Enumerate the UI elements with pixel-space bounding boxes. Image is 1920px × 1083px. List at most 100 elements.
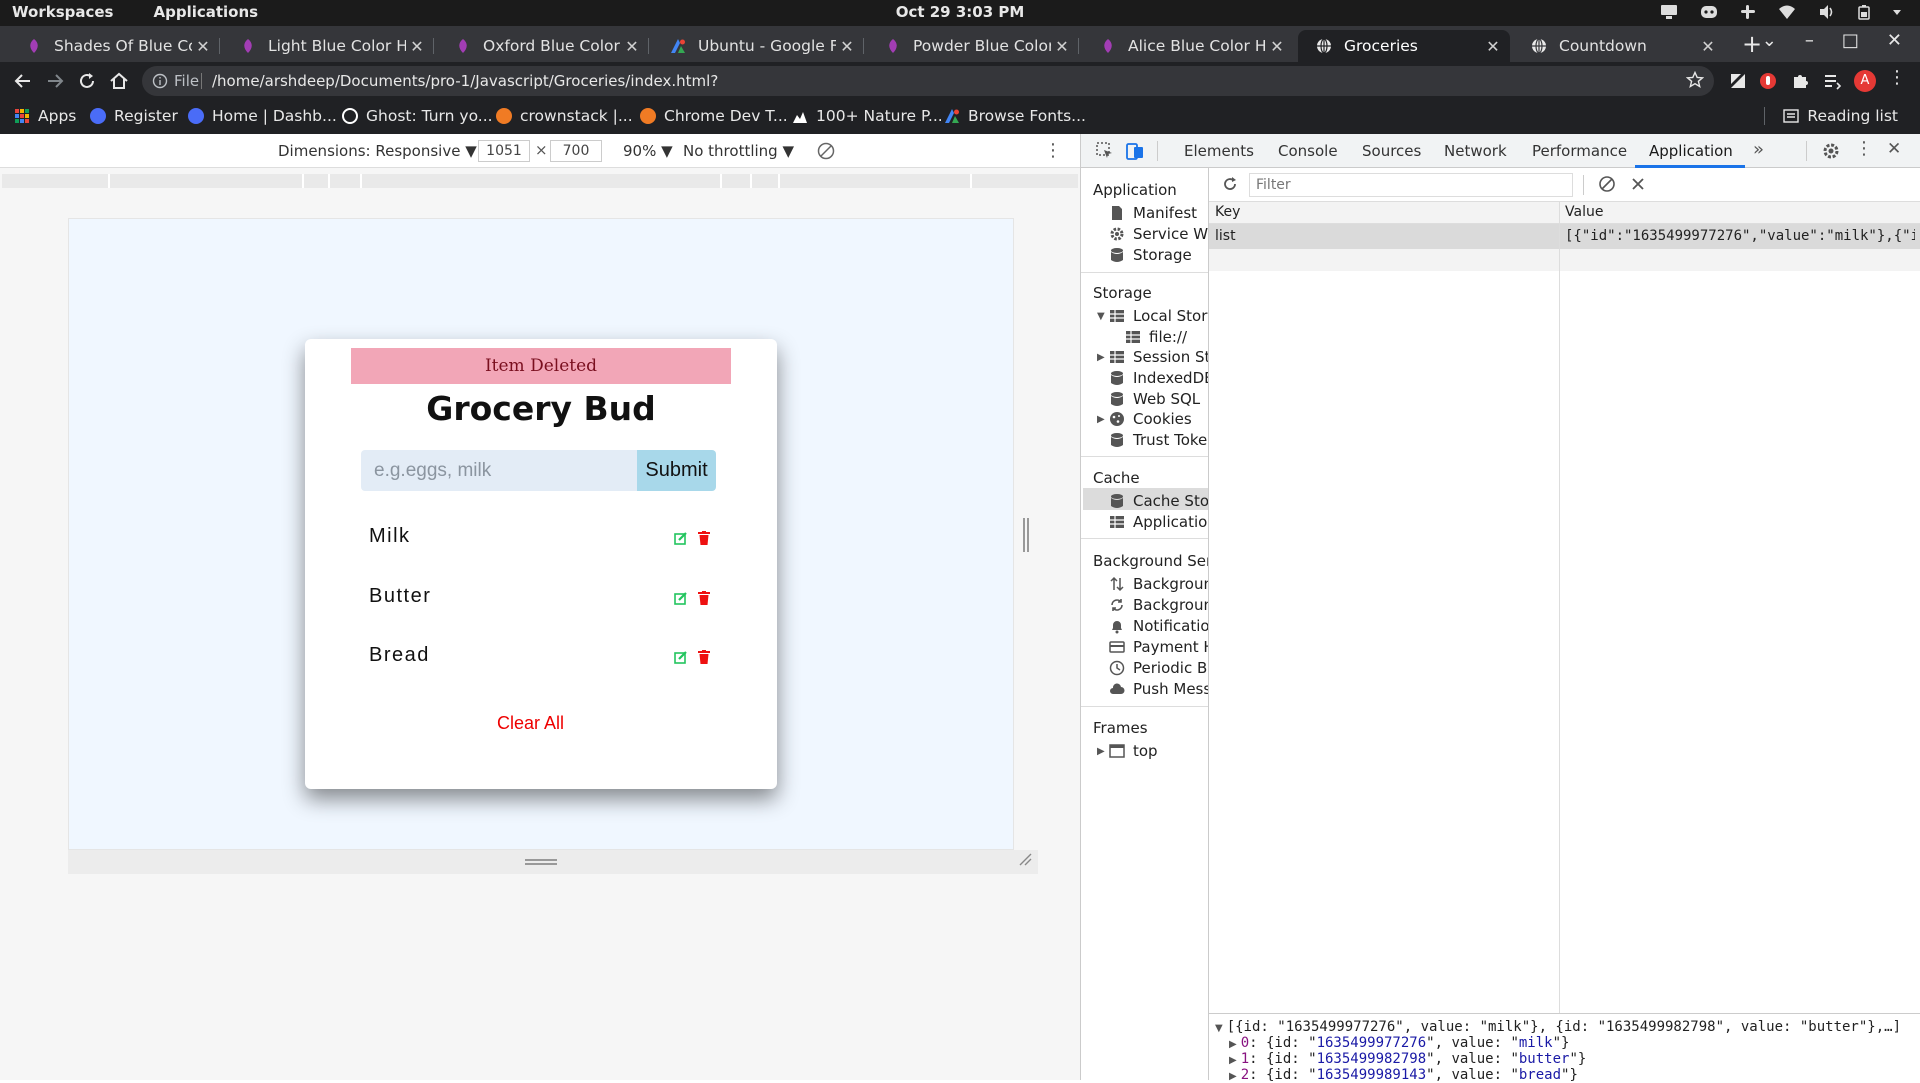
sidebar-item-cache-storage[interactable]: Cache Storage — [1109, 492, 1208, 510]
minimize-icon[interactable]: – — [1805, 30, 1814, 51]
table-row[interactable]: list [{"id":"1635499977276","value":"mil… — [1209, 224, 1920, 249]
resize-handle-vertical-icon[interactable] — [1022, 518, 1030, 552]
browser-tab-active[interactable]: Groceries ✕ — [1298, 30, 1510, 62]
bookmark-browse-fonts[interactable]: Browse Fonts... — [944, 107, 1086, 125]
url-text[interactable]: /home/arshdeep/Documents/pro-1/Javascrip… — [212, 72, 718, 90]
edit-icon[interactable] — [674, 591, 688, 605]
throttling-dropdown[interactable]: No throttling ▼ — [683, 142, 794, 160]
sidebar-item-service-workers[interactable]: Service Workers — [1109, 225, 1208, 243]
reload-icon[interactable] — [76, 70, 98, 92]
close-tab-icon[interactable]: ✕ — [1697, 37, 1719, 56]
bookmark-ghost[interactable]: Ghost: Turn yo... — [342, 107, 493, 125]
info-icon[interactable] — [152, 73, 168, 89]
resize-corner-icon[interactable] — [1018, 852, 1032, 866]
close-tab-icon[interactable]: ✕ — [406, 37, 428, 56]
battery-icon[interactable] — [1858, 4, 1870, 20]
browser-tab[interactable]: Light Blue Color HEX ✕ — [222, 30, 434, 62]
discord-icon[interactable] — [1700, 4, 1718, 20]
refresh-icon[interactable] — [1221, 175, 1239, 193]
expand-arrow-icon[interactable]: ▼ — [1097, 311, 1105, 322]
browser-menu-icon[interactable]: ⋮ — [1888, 67, 1908, 88]
maximize-icon[interactable]: □ — [1842, 30, 1859, 51]
sidebar-item-session-storage[interactable]: Session Storage — [1109, 348, 1208, 366]
tab-search-icon[interactable]: ⌄ — [1762, 30, 1777, 51]
preview-entry[interactable]: ▶ 2: {id: "1635499989143", value: "bread"… — [1229, 1067, 1578, 1083]
bookmark-register[interactable]: Register — [90, 107, 178, 125]
close-tab-icon[interactable]: ✕ — [1051, 37, 1073, 56]
close-devtools-icon[interactable]: ✕ — [1887, 139, 1907, 159]
more-tabs-icon[interactable]: » — [1753, 139, 1764, 160]
viewport-width-input[interactable]: 1051 — [478, 140, 530, 162]
sidebar-item-web-sql[interactable]: Web SQL — [1109, 390, 1200, 408]
collapsed-arrow-icon[interactable]: ▶ — [1097, 414, 1105, 425]
close-tab-icon[interactable]: ✕ — [192, 37, 214, 56]
bookmark-nature[interactable]: 100+ Nature P... — [792, 107, 943, 125]
rotate-icon[interactable] — [816, 141, 836, 161]
dimensions-dropdown[interactable]: Dimensions: Responsive ▼ — [278, 142, 477, 160]
collapsed-arrow-icon[interactable]: ▶ — [1229, 1039, 1237, 1050]
devtools-menu-icon[interactable]: ⋮ — [1855, 138, 1875, 159]
reading-mode-icon[interactable] — [1822, 71, 1842, 91]
clear-all-icon[interactable] — [1598, 175, 1616, 193]
close-window-icon[interactable]: ✕ — [1887, 30, 1902, 51]
tab-network[interactable]: Network — [1444, 142, 1507, 160]
preview-entry[interactable]: ▶ 1: {id: "1635499982798", value: "butter… — [1229, 1051, 1586, 1067]
preview-entry[interactable]: ▶ 0: {id: "1635499977276", value: "milk"} — [1229, 1035, 1569, 1051]
submit-button[interactable]: Submit — [637, 450, 716, 491]
resize-handle-horizontal-icon[interactable] — [525, 858, 557, 866]
browser-tab[interactable]: Ubuntu - Google Font ✕ — [652, 30, 864, 62]
filter-input[interactable] — [1249, 173, 1573, 197]
profile-avatar[interactable]: A — [1854, 70, 1876, 92]
storage-value[interactable]: [{"id":"1635499977276","value":"milk"},{… — [1565, 228, 1915, 244]
expanded-arrow-icon[interactable]: ▼ — [1215, 1023, 1223, 1034]
reading-list-button[interactable]: Reading list — [1764, 107, 1898, 125]
back-icon[interactable] — [12, 70, 34, 92]
sidebar-item-trust-tokens[interactable]: Trust Tokens — [1109, 431, 1208, 449]
sidebar-item-background-fetch[interactable]: Background Fetch — [1109, 575, 1208, 593]
sidebar-item-manifest[interactable]: Manifest — [1109, 204, 1197, 222]
extension-icon[interactable] — [1728, 71, 1748, 91]
sidebar-item-cookies[interactable]: Cookies — [1109, 410, 1192, 428]
collapsed-arrow-icon[interactable]: ▶ — [1229, 1071, 1237, 1082]
sidebar-item-frame-top[interactable]: top — [1109, 742, 1158, 760]
slack-icon[interactable] — [1740, 4, 1756, 20]
wifi-icon[interactable] — [1778, 4, 1796, 20]
sidebar-item-push-messaging[interactable]: Push Messaging — [1109, 680, 1208, 698]
media-query-bar[interactable] — [2, 174, 1078, 188]
delete-selected-icon[interactable] — [1629, 175, 1647, 193]
close-tab-icon[interactable]: ✕ — [1482, 37, 1504, 56]
zoom-dropdown[interactable]: 90% ▼ — [623, 142, 673, 160]
browser-tab[interactable]: Shades Of Blue Color ✕ — [8, 30, 220, 62]
close-tab-icon[interactable]: ✕ — [1266, 37, 1288, 56]
address-bar[interactable]: File /home/arshdeep/Documents/pro-1/Java… — [142, 66, 1714, 96]
sidebar-item-storage[interactable]: Storage — [1109, 246, 1192, 264]
tab-sources[interactable]: Sources — [1362, 142, 1421, 160]
bookmark-star-icon[interactable] — [1686, 71, 1704, 89]
edit-icon[interactable] — [674, 531, 688, 545]
collapsed-arrow-icon[interactable]: ▶ — [1097, 746, 1105, 757]
delete-icon[interactable] — [698, 650, 710, 664]
display-icon[interactable] — [1660, 4, 1678, 20]
sidebar-item-indexeddb[interactable]: IndexedDB — [1109, 369, 1208, 387]
preview-summary[interactable]: ▼ [{id: "1635499977276", value: "milk"}, … — [1215, 1019, 1901, 1035]
browser-tab[interactable]: Alice Blue Color HEX ✕ — [1082, 30, 1294, 62]
sidebar-item-local-storage-file[interactable]: file:// — [1125, 328, 1187, 346]
os-clock[interactable]: Oct 29 3:03 PM — [0, 3, 1920, 21]
sidebar-item-background-sync[interactable]: Background Sync — [1109, 596, 1208, 614]
device-options-icon[interactable]: ⋮ — [1044, 140, 1062, 161]
extension-red-icon[interactable] — [1758, 71, 1778, 91]
sidebar-item-notifications[interactable]: Notifications — [1109, 617, 1208, 635]
close-tab-icon[interactable]: ✕ — [836, 37, 858, 56]
tab-console[interactable]: Console — [1278, 142, 1338, 160]
storage-key[interactable]: list — [1215, 228, 1236, 244]
browser-tab[interactable]: Oxford Blue Color HE ✕ — [437, 30, 649, 62]
bookmark-home-dashboard[interactable]: Home | Dashb... — [188, 107, 337, 125]
browser-tab[interactable]: Powder Blue Color H ✕ — [867, 30, 1079, 62]
sidebar-item-local-storage[interactable]: Local Storage — [1109, 307, 1208, 325]
value-column-header[interactable]: Value — [1565, 204, 1603, 220]
collapsed-arrow-icon[interactable]: ▶ — [1097, 352, 1105, 363]
device-toggle-icon[interactable] — [1125, 141, 1145, 161]
inspect-element-icon[interactable] — [1095, 141, 1115, 161]
edit-icon[interactable] — [674, 650, 688, 664]
bookmark-crownstack[interactable]: crownstack |... — [496, 107, 633, 125]
